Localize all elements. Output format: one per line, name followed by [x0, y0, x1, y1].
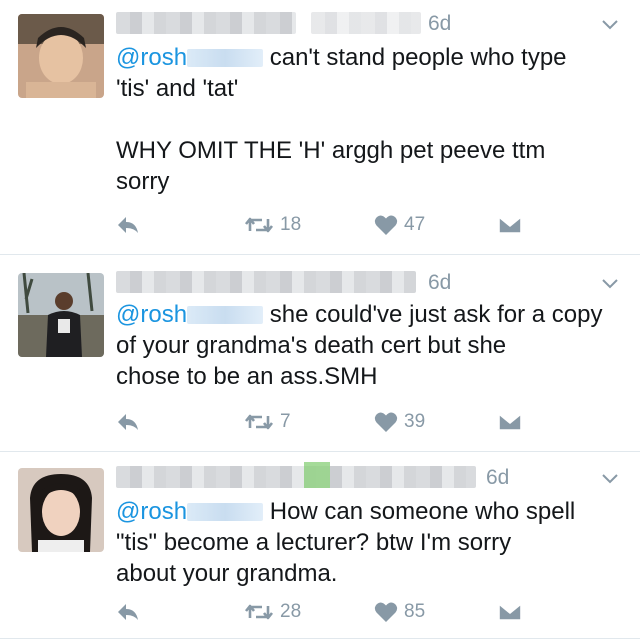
chevron-down-icon[interactable]: [600, 273, 620, 293]
mention[interactable]: @rosh: [116, 44, 264, 71]
tweet-actions: 28 85: [116, 597, 610, 627]
timestamp[interactable]: 6d: [486, 466, 509, 490]
tweet-text: @rosh she could've just ask for a copy o…: [116, 301, 603, 390]
reply-button[interactable]: [116, 407, 140, 437]
retweet-icon: [244, 604, 274, 620]
avatar[interactable]: [18, 468, 104, 552]
dm-button[interactable]: [498, 597, 522, 627]
tweet-text: @rosh can't stand people who type 'tis' …: [116, 44, 567, 195]
like-count: 85: [404, 601, 426, 622]
timestamp[interactable]: 6d: [428, 12, 451, 36]
tweet[interactable]: 6d @rosh How can someone who spell "tis"…: [0, 452, 640, 639]
mention[interactable]: @rosh: [116, 301, 264, 328]
tweet-actions: 7 39: [116, 407, 610, 437]
retweet-button[interactable]: 28: [244, 597, 301, 627]
tweet[interactable]: 6d @rosh she could've just ask for a cop…: [0, 255, 640, 452]
tweet-header: 6d: [116, 8, 620, 38]
avatar[interactable]: [18, 273, 104, 357]
mention[interactable]: @rosh: [116, 498, 264, 525]
redacted-mention: [187, 49, 264, 67]
direct-message-icon: [498, 603, 522, 621]
tweet-header: 6d: [116, 267, 620, 297]
redacted-handle: [311, 12, 421, 34]
chevron-down-icon[interactable]: [600, 468, 620, 488]
timestamp[interactable]: 6d: [428, 271, 451, 295]
retweet-count: 18: [280, 214, 302, 235]
like-button[interactable]: 39: [374, 407, 425, 437]
redacted-mention: [187, 503, 264, 521]
heart-icon: [374, 215, 398, 235]
reply-button[interactable]: [116, 597, 140, 627]
chevron-down-icon[interactable]: [600, 14, 620, 34]
dm-button[interactable]: [498, 407, 522, 437]
direct-message-icon: [498, 216, 522, 234]
redacted-mention: [187, 306, 264, 324]
tweet-header: 6d: [116, 462, 620, 492]
redacted-name: [116, 271, 416, 293]
retweet-count: 28: [280, 601, 302, 622]
reply-icon: [118, 217, 138, 233]
dm-button[interactable]: [498, 210, 522, 240]
redacted-name: [304, 462, 330, 488]
like-button[interactable]: 85: [374, 597, 425, 627]
retweet-icon: [244, 217, 274, 233]
tweet-actions: 18 47: [116, 210, 610, 240]
reply-button[interactable]: [116, 210, 140, 240]
tweet[interactable]: 6d @rosh can't stand people who type 'ti…: [0, 0, 640, 255]
avatar[interactable]: [18, 14, 104, 98]
tweet-text: @rosh How can someone who spell "tis" be…: [116, 498, 576, 587]
direct-message-icon: [498, 413, 522, 431]
like-button[interactable]: 47: [374, 210, 425, 240]
reply-icon: [118, 414, 138, 430]
like-count: 47: [404, 214, 426, 235]
redacted-name: [116, 12, 296, 34]
heart-icon: [374, 412, 398, 432]
retweet-icon: [244, 414, 274, 430]
retweet-button[interactable]: 7: [244, 407, 291, 437]
retweet-count: 7: [280, 411, 291, 432]
reply-icon: [118, 604, 138, 620]
heart-icon: [374, 602, 398, 622]
like-count: 39: [404, 411, 426, 432]
redacted-name: [116, 466, 476, 488]
retweet-button[interactable]: 18: [244, 210, 301, 240]
